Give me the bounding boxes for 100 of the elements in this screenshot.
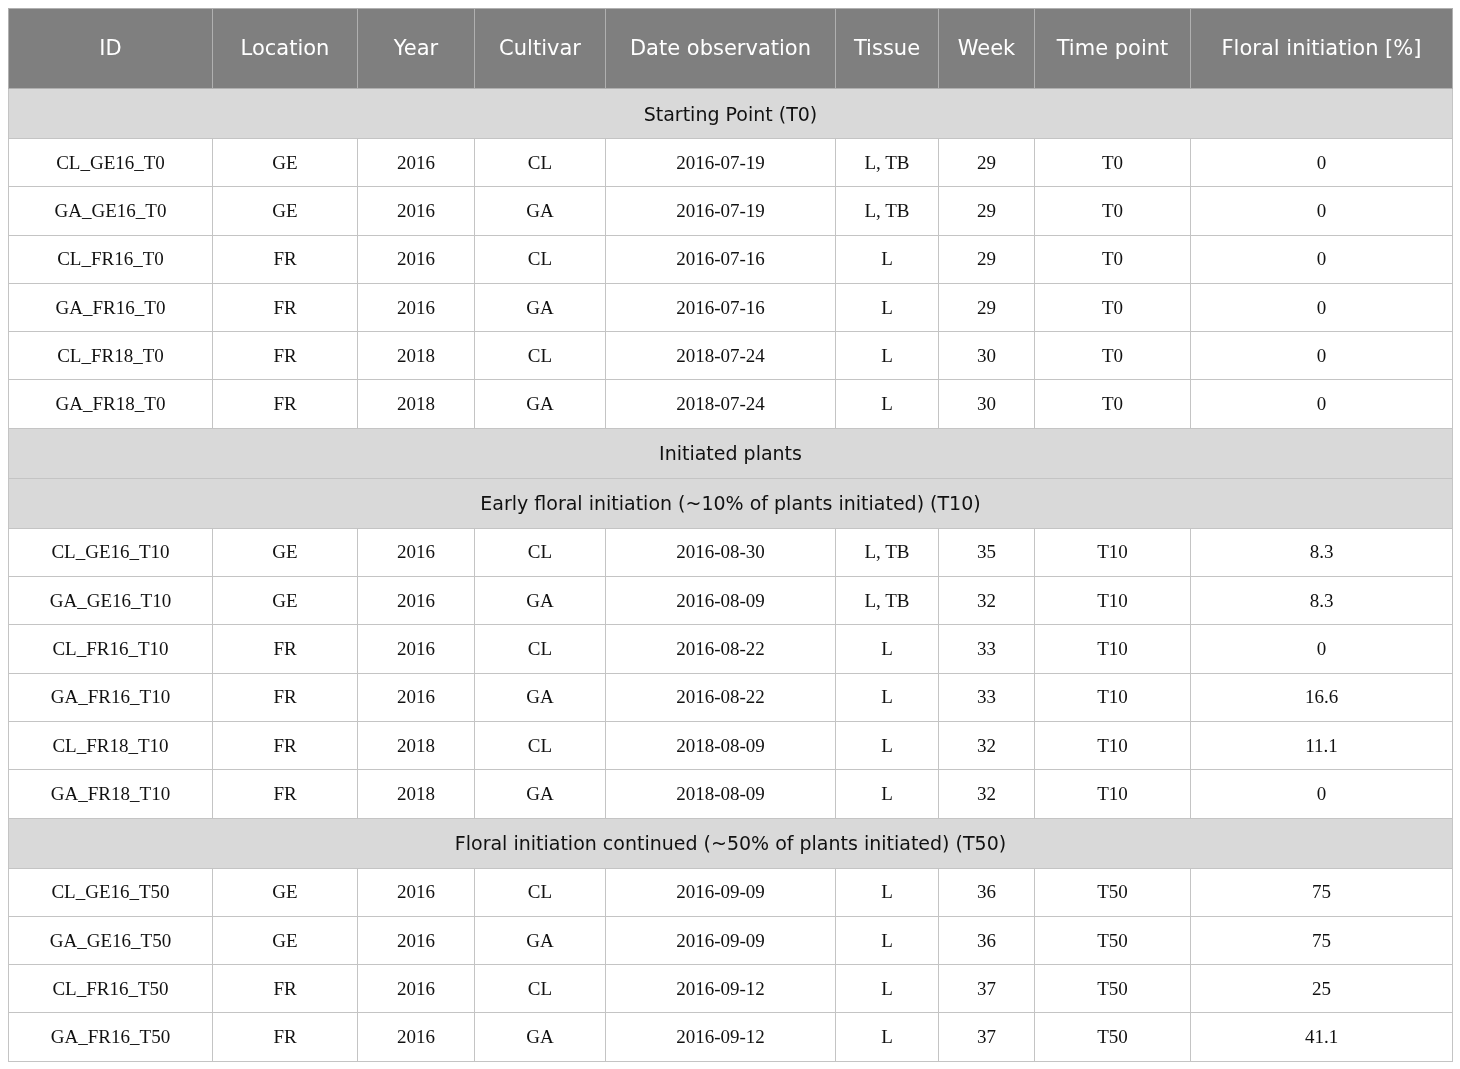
table-cell: T0 [1034, 331, 1191, 380]
table-cell: L [835, 283, 939, 332]
table-cell: T0 [1034, 138, 1191, 187]
table-cell: L [835, 380, 939, 429]
table-cell: FR [212, 380, 358, 429]
table-cell: 2016-08-30 [605, 528, 836, 577]
table-cell: L [835, 964, 939, 1013]
table-cell: 36 [938, 868, 1035, 917]
table-cell: T50 [1034, 1012, 1191, 1062]
table-cell: 2018-08-09 [605, 769, 836, 819]
column-header: Year [357, 8, 475, 89]
table-cell: 2016-07-19 [605, 186, 836, 236]
table-cell: 0 [1190, 380, 1453, 429]
table-cell: 25 [1190, 964, 1453, 1013]
table-cell: 2016 [357, 283, 475, 332]
table-cell: 32 [938, 576, 1035, 625]
table-cell: 2016 [357, 868, 475, 917]
table-cell: 2016 [357, 1012, 475, 1062]
table-cell: FR [212, 769, 358, 819]
table-cell: 2016 [357, 186, 475, 236]
table-cell: T0 [1034, 283, 1191, 332]
table-cell: 2016-09-12 [605, 964, 836, 1013]
table-cell: T50 [1034, 916, 1191, 965]
table-cell: FR [212, 283, 358, 332]
table-cell: GA [474, 916, 606, 965]
table-cell: GE [212, 138, 358, 187]
table-cell: L [835, 673, 939, 722]
table-cell: 2016-09-09 [605, 916, 836, 965]
table-cell: 0 [1190, 138, 1453, 187]
table-cell: 0 [1190, 331, 1453, 380]
table-cell: 16.6 [1190, 673, 1453, 722]
table-cell: T50 [1034, 964, 1191, 1013]
column-header: ID [8, 8, 213, 89]
table-cell: 11.1 [1190, 721, 1453, 770]
table-cell: 0 [1190, 283, 1453, 332]
group-heading: Initiated plants [8, 428, 1453, 479]
table-cell: FR [212, 331, 358, 380]
table-cell: L, TB [835, 186, 939, 236]
table-cell: T10 [1034, 624, 1191, 674]
table-cell: CL_FR16_T10 [8, 624, 213, 674]
table-cell: L [835, 769, 939, 819]
table-cell: CL [474, 964, 606, 1013]
table-cell: 41.1 [1190, 1012, 1453, 1062]
table-cell: T10 [1034, 769, 1191, 819]
table-cell: T0 [1034, 235, 1191, 284]
table-cell: 0 [1190, 769, 1453, 819]
table-cell: L, TB [835, 138, 939, 187]
table-cell: 2016 [357, 576, 475, 625]
column-header: Cultivar [474, 8, 606, 89]
table-cell: GA_GE16_T10 [8, 576, 213, 625]
group-heading: Starting Point (T0) [8, 88, 1453, 139]
table-cell: 33 [938, 624, 1035, 674]
table-cell: 2018 [357, 769, 475, 819]
table-cell: GE [212, 186, 358, 236]
table-cell: CL [474, 528, 606, 577]
table-cell: 2016-07-19 [605, 138, 836, 187]
table-cell: 2018 [357, 380, 475, 429]
table-cell: FR [212, 1012, 358, 1062]
table-cell: 8.3 [1190, 528, 1453, 577]
table-cell: GA_FR16_T0 [8, 283, 213, 332]
table-cell: GE [212, 576, 358, 625]
table-cell: CL_GE16_T0 [8, 138, 213, 187]
table-cell: L, TB [835, 528, 939, 577]
table-cell: L [835, 1012, 939, 1062]
table-cell: FR [212, 964, 358, 1013]
table-cell: 2016-08-22 [605, 673, 836, 722]
table-cell: 75 [1190, 868, 1453, 917]
table-cell: 0 [1190, 186, 1453, 236]
table-cell: CL_FR18_T0 [8, 331, 213, 380]
table-cell: 2018-07-24 [605, 380, 836, 429]
group-heading: Early floral initiation (~10% of plants initiated) (T10) [8, 478, 1453, 529]
table-cell: T10 [1034, 528, 1191, 577]
column-header: Location [212, 8, 358, 89]
table-cell: 2018 [357, 331, 475, 380]
table-cell: GA [474, 673, 606, 722]
table-cell: CL [474, 138, 606, 187]
table-cell: 37 [938, 1012, 1035, 1062]
table-cell: 2016 [357, 916, 475, 965]
table-cell: 30 [938, 331, 1035, 380]
table-cell: FR [212, 235, 358, 284]
table-cell: GA [474, 380, 606, 429]
table-cell: FR [212, 673, 358, 722]
table-cell: CL [474, 721, 606, 770]
table-cell: 2016-07-16 [605, 235, 836, 284]
table-cell: 29 [938, 138, 1035, 187]
table-cell: GA_FR18_T0 [8, 380, 213, 429]
table-cell: L [835, 235, 939, 284]
table-cell: 37 [938, 964, 1035, 1013]
table-cell: GA [474, 576, 606, 625]
table-cell: GA_FR16_T50 [8, 1012, 213, 1062]
table-cell: 2016-08-09 [605, 576, 836, 625]
table-cell: CL [474, 331, 606, 380]
table-cell: 0 [1190, 624, 1453, 674]
table-cell: CL [474, 868, 606, 917]
table-cell: GA [474, 1012, 606, 1062]
table-cell: L, TB [835, 576, 939, 625]
table-cell: 32 [938, 721, 1035, 770]
table-cell: T0 [1034, 380, 1191, 429]
table-cell: L [835, 916, 939, 965]
table-cell: 29 [938, 186, 1035, 236]
